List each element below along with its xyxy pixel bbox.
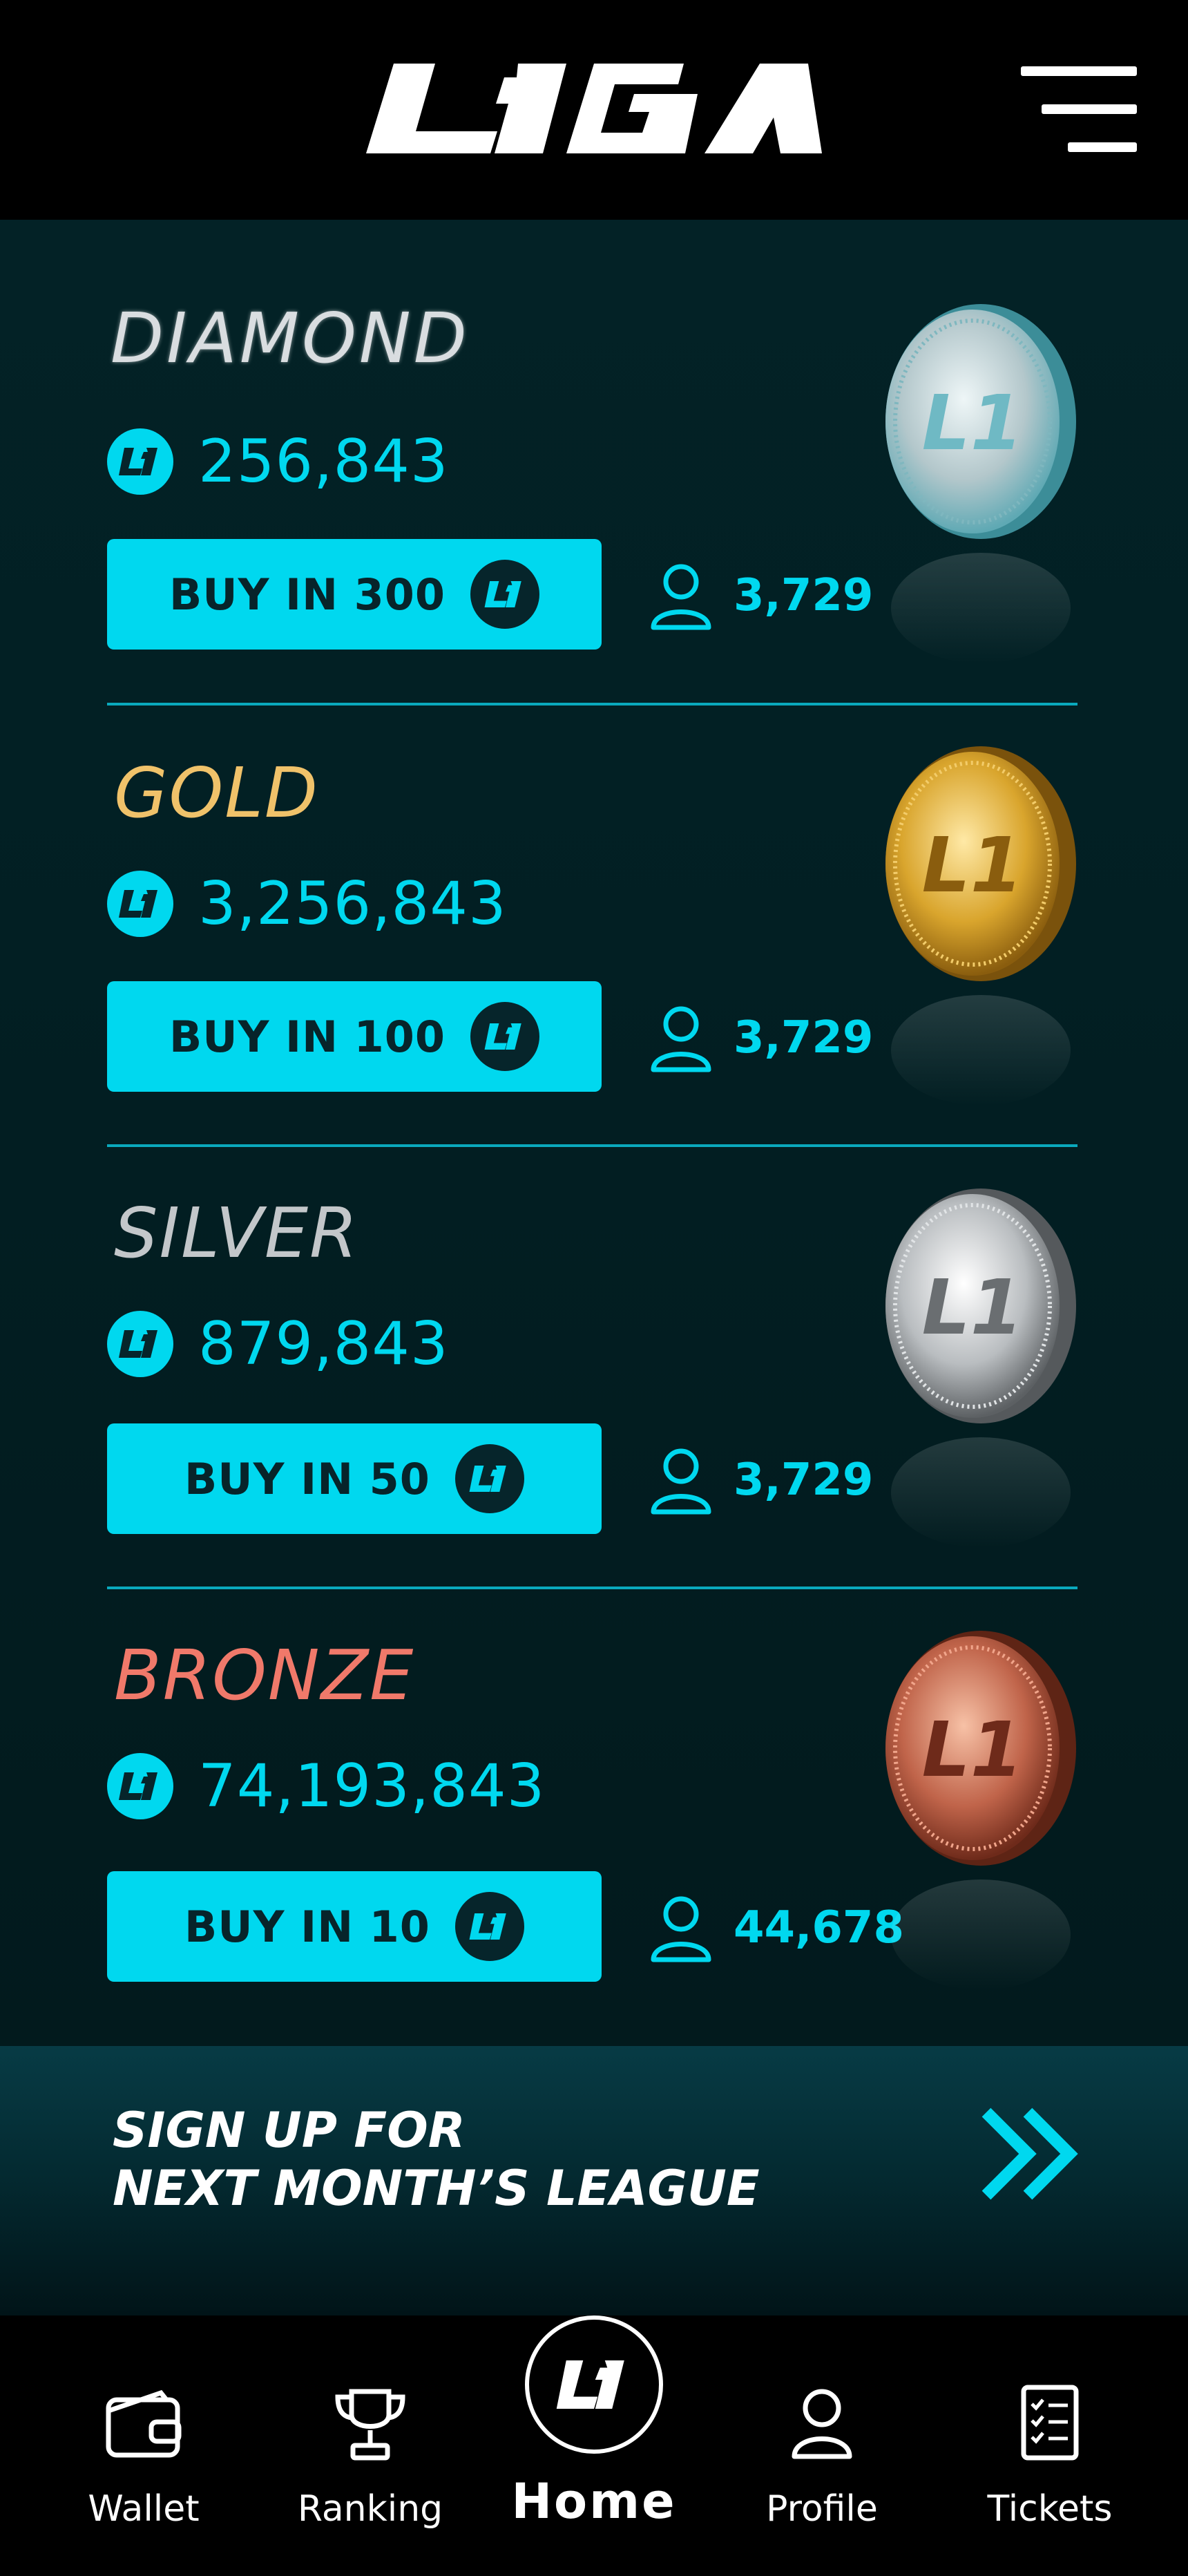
nav-home[interactable]: Home	[497, 2315, 691, 2576]
nav-wallet-label: Wallet	[88, 2488, 200, 2530]
liga-coin-icon	[470, 560, 540, 629]
signup-next-league-banner[interactable]: SIGN UP FOR NEXT MONTH’S LEAGUE	[0, 2046, 1188, 2315]
diamond-medal-icon: L1	[885, 304, 1076, 663]
nav-tickets[interactable]: Tickets	[953, 2315, 1147, 2576]
nav-ranking-label: Ranking	[297, 2488, 443, 2530]
signup-line-2: NEXT MONTH’S LEAGUE	[113, 2160, 760, 2217]
silver-medal-icon: L1	[885, 1188, 1076, 1548]
buy-in-button-bronze[interactable]: BUY IN 10	[107, 1871, 602, 1982]
buy-in-button-silver[interactable]: BUY IN 50	[107, 1423, 602, 1534]
liga-l1-icon	[556, 2360, 624, 2409]
league-prize-pool: 256,843	[107, 427, 449, 496]
buy-in-button-diamond[interactable]: BUY IN 300	[107, 539, 602, 650]
prize-amount: 74,193,843	[198, 1752, 546, 1821]
svg-text:L1: L1	[922, 1263, 1024, 1352]
liga-coin-icon	[107, 1753, 173, 1819]
app-header	[0, 0, 1188, 220]
league-name: DIAMOND	[111, 298, 470, 379]
nav-profile[interactable]: Profile	[725, 2315, 919, 2576]
buy-in-label: BUY IN 10	[184, 1901, 430, 1952]
buy-in-label: BUY IN 100	[169, 1011, 446, 1062]
svg-text:L1: L1	[922, 821, 1024, 909]
player-count-value: 3,729	[734, 570, 874, 621]
league-prize-pool: 74,193,843	[107, 1752, 545, 1821]
liga-coin-icon	[470, 1002, 540, 1071]
nav-profile-label: Profile	[766, 2488, 878, 2530]
league-name: GOLD	[114, 752, 319, 833]
prize-amount: 3,256,843	[198, 869, 507, 938]
trophy-icon	[335, 2389, 405, 2461]
league-name: BRONZE	[114, 1635, 415, 1716]
liga-logo	[366, 64, 822, 153]
gold-medal-icon: L1	[885, 746, 1076, 1106]
home-logo-icon	[525, 2315, 663, 2454]
prize-amount: 879,843	[198, 1309, 449, 1379]
nav-wallet[interactable]: Wallet	[47, 2315, 240, 2576]
nav-home-label: Home	[511, 2473, 677, 2530]
user-icon	[792, 2389, 852, 2459]
league-name: SILVER	[114, 1193, 359, 1273]
league-divider	[107, 1587, 1077, 1589]
nav-ranking[interactable]: Ranking	[274, 2315, 467, 2576]
signup-line-1: SIGN UP FOR	[113, 2102, 466, 2159]
user-icon	[651, 1448, 711, 1515]
double-chevron-right-icon[interactable]	[979, 2105, 1083, 2202]
league-prize-pool: 3,256,843	[107, 869, 507, 938]
player-count: 3,729	[649, 1003, 873, 1072]
hamburger-menu-icon[interactable]	[1021, 65, 1137, 153]
bronze-medal-icon: L1	[885, 1631, 1076, 1990]
buy-in-label: BUY IN 50	[184, 1453, 430, 1504]
liga-coin-icon	[107, 871, 173, 937]
svg-text:L1: L1	[922, 379, 1024, 467]
buy-in-button-gold[interactable]: BUY IN 100	[107, 981, 602, 1092]
tickets-list-icon	[1021, 2385, 1079, 2461]
liga-coin-icon	[454, 1892, 524, 1961]
signup-text: SIGN UP FOR NEXT MONTH’S LEAGUE	[113, 2101, 872, 2217]
svg-text:L1: L1	[922, 1705, 1024, 1794]
player-count: 3,729	[649, 561, 873, 630]
liga-coin-icon	[454, 1444, 524, 1513]
league-divider	[107, 1144, 1077, 1147]
user-icon	[651, 1896, 711, 1962]
league-divider	[107, 703, 1077, 705]
prize-amount: 256,843	[198, 427, 449, 496]
nav-tickets-label: Tickets	[987, 2488, 1113, 2530]
wallet-icon	[106, 2390, 182, 2458]
bottom-navigation: Wallet Ranking Home Profile Tickets	[0, 2315, 1188, 2576]
player-count-value: 3,729	[734, 1455, 874, 1506]
player-count-value: 3,729	[734, 1012, 874, 1063]
liga-coin-icon	[107, 428, 173, 495]
buy-in-label: BUY IN 300	[169, 569, 446, 620]
league-prize-pool: 879,843	[107, 1309, 449, 1379]
liga-coin-icon	[107, 1311, 173, 1377]
user-icon	[651, 1006, 711, 1072]
player-count: 44,678	[649, 1893, 904, 1962]
user-icon	[651, 564, 711, 630]
player-count: 3,729	[649, 1446, 873, 1515]
